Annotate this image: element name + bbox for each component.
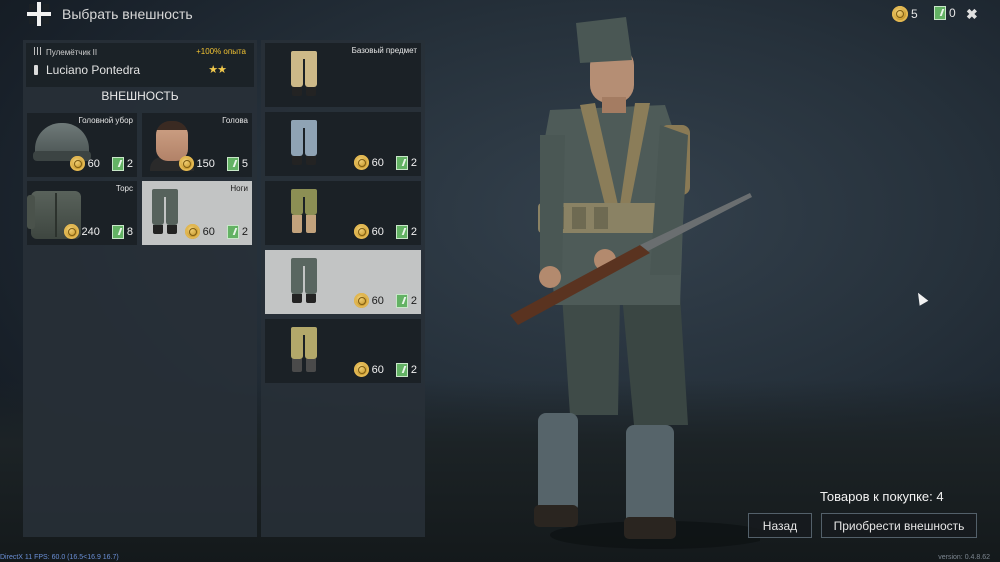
ticket-icon (111, 224, 124, 239)
variant-item-selected[interactable]: 60 2 (265, 250, 421, 314)
ticket-price: 2 (410, 294, 417, 307)
trousers-icon (291, 120, 317, 165)
coin-price: 60 (371, 363, 384, 376)
soldier-class: Пулемётчик II (34, 47, 97, 57)
coin-icon (353, 293, 369, 308)
head-icon (156, 121, 188, 161)
appearance-slots-panel: Пулемётчик II +100% опыта Luciano Ponted… (23, 40, 257, 537)
slot-price: 60 2 (69, 156, 133, 171)
ticket-icon (395, 155, 408, 170)
coin-icon (353, 155, 369, 170)
trousers-icon (291, 51, 317, 96)
variant-item[interactable]: 60 2 (265, 112, 421, 176)
ticket-balance: 0 (934, 6, 956, 20)
ticket-price: 2 (241, 225, 248, 238)
coin-icon (353, 362, 369, 377)
slot-price: 240 8 (63, 224, 133, 239)
slot-label: Головной убор (78, 116, 133, 125)
slot-price: 60 2 (184, 224, 248, 239)
ticket-icon (395, 362, 408, 377)
trousers-icon (291, 189, 317, 233)
coin-price: 240 (81, 225, 100, 238)
coin-icon (63, 224, 79, 239)
trousers-icon (152, 189, 178, 234)
ticket-icon (395, 224, 408, 239)
top-bar: Выбрать внешность 5 0 ✖ (0, 0, 1000, 30)
ticket-price: 2 (410, 156, 417, 169)
variant-label: Базовый предмет (351, 46, 417, 55)
variant-item-basic[interactable]: Базовый предмет (265, 43, 421, 107)
coin-icon (353, 224, 369, 239)
variant-price: 60 2 (353, 155, 417, 170)
soldier-class-label: Пулемётчик II (46, 48, 98, 57)
slot-legs[interactable]: Ноги 60 2 (142, 181, 252, 245)
variant-price: 60 2 (353, 362, 417, 377)
items-to-buy: Товаров к покупке: 4 (820, 489, 944, 504)
variant-price: 60 2 (353, 224, 417, 239)
xp-bonus: +100% опыта (196, 47, 246, 56)
slot-headgear[interactable]: Головной убор 60 2 (27, 113, 137, 177)
ticket-price: 2 (126, 157, 133, 170)
rank-stars: ★★ (208, 64, 227, 76)
coin-price: 60 (202, 225, 215, 238)
ticket-count: 0 (949, 6, 956, 20)
soldier-name-text: Luciano Pontedra (46, 63, 141, 77)
ticket-price: 2 (410, 363, 417, 376)
page-title: Выбрать внешность (62, 6, 193, 22)
machinegunner-icon (34, 47, 43, 55)
slot-label: Торс (115, 184, 133, 193)
variant-price: 60 2 (353, 293, 417, 308)
coin-price: 60 (87, 157, 100, 170)
soldier-name: Luciano Pontedra (34, 63, 140, 77)
soldier-preview (510, 17, 760, 549)
buy-appearance-button[interactable]: Приобрести внешность (821, 513, 977, 538)
variant-item[interactable]: 60 2 (265, 319, 421, 383)
ticket-price: 5 (241, 157, 248, 170)
slot-price: 150 5 (178, 156, 248, 171)
ticket-icon (111, 156, 124, 171)
army-emblem-icon (27, 2, 51, 26)
section-title: ВНЕШНОСТЬ (101, 89, 179, 103)
coin-price: 60 (371, 294, 384, 307)
coin-price: 60 (371, 225, 384, 238)
slot-torso[interactable]: Торс 240 8 (27, 181, 137, 245)
variant-item[interactable]: 60 2 (265, 181, 421, 245)
ticket-icon (226, 156, 239, 171)
coin-icon (184, 224, 200, 239)
debug-fps: DirectX 11 FPS: 60.0 (16.5<16.9 16.7) (0, 554, 119, 561)
close-icon[interactable]: ✖ (966, 6, 978, 23)
trousers-icon (291, 258, 317, 303)
ticket-price: 8 (126, 225, 133, 238)
mouse-cursor-icon (913, 290, 929, 306)
coin-count: 5 (911, 7, 918, 21)
ticket-icon (395, 293, 408, 308)
coin-balance: 5 (892, 6, 918, 22)
ticket-icon (934, 6, 946, 20)
soldier-header: Пулемётчик II +100% опыта Luciano Ponted… (26, 43, 254, 87)
item-variants-panel: Базовый предмет 60 2 60 2 60 2 60 2 (261, 40, 425, 537)
coin-icon (892, 6, 908, 22)
coin-icon (178, 156, 194, 171)
slot-label: Ноги (230, 184, 248, 193)
coin-price: 60 (371, 156, 384, 169)
coin-price: 150 (196, 157, 215, 170)
back-button[interactable]: Назад (748, 513, 812, 538)
version-label: version: 0.4.8.62 (938, 554, 990, 561)
ticket-icon (226, 224, 239, 239)
slot-head[interactable]: Голова 150 5 (142, 113, 252, 177)
trousers-icon (291, 327, 317, 372)
ticket-price: 2 (410, 225, 417, 238)
rank-icon (34, 65, 38, 75)
slot-label: Голова (222, 116, 248, 125)
coin-icon (69, 156, 85, 171)
